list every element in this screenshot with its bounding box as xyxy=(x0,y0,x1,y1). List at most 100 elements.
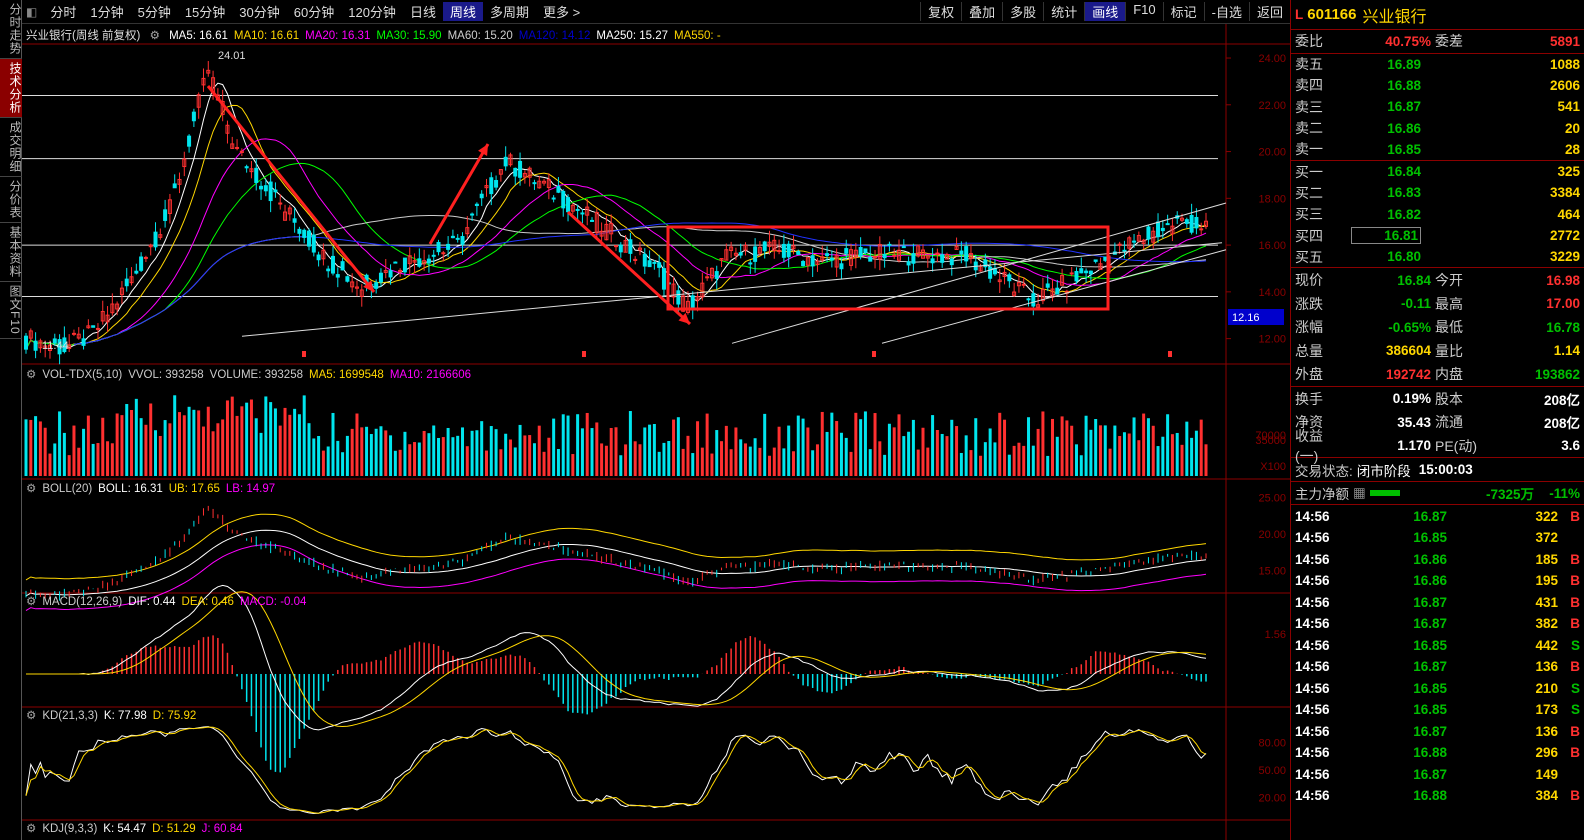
candle-body xyxy=(503,156,508,167)
volume-bar xyxy=(1127,433,1131,476)
tool-button-1[interactable]: 叠加 xyxy=(961,2,1002,21)
volume-bar xyxy=(753,438,757,476)
level-price: 16.80 xyxy=(1387,249,1421,265)
volume-bar xyxy=(614,427,618,476)
tool-button-2[interactable]: 多股 xyxy=(1002,2,1043,21)
candle-body xyxy=(244,166,249,169)
indicator-value: MA20: 16.31 xyxy=(305,30,371,42)
candle-body xyxy=(796,251,801,256)
settings-icon[interactable]: ⚙ xyxy=(26,369,36,381)
left-tab-strip: 分时走势 技术分析 成交明细 分价表 基本资料 图文F10 xyxy=(0,0,22,840)
period-tab-2[interactable]: 5分钟 xyxy=(131,2,178,21)
left-tab-5[interactable]: 图文F10 xyxy=(0,282,22,339)
candle-body xyxy=(1160,227,1165,232)
volume-bar xyxy=(1151,425,1155,476)
volume-bar xyxy=(561,414,565,476)
volume-bar xyxy=(91,443,95,476)
order-book-row[interactable]: 买二 16.83 3384 xyxy=(1291,182,1584,203)
candle-body xyxy=(139,256,144,271)
period-tab-1[interactable]: 1分钟 xyxy=(83,2,130,21)
volume-bar xyxy=(1194,430,1198,476)
order-book-row[interactable]: 卖一 16.85 28 xyxy=(1291,139,1584,160)
left-tab-0[interactable]: 分时走势 xyxy=(0,0,22,59)
volume-bar xyxy=(739,439,743,476)
volume-bar xyxy=(82,428,86,476)
period-tab-7[interactable]: 日线 xyxy=(403,2,443,21)
volume-bar xyxy=(710,453,714,476)
tool-button-7[interactable]: -自选 xyxy=(1203,2,1249,21)
settings-icon[interactable]: ⚙ xyxy=(26,710,36,722)
tick-price: 16.88 xyxy=(1413,745,1447,761)
volume-bar xyxy=(648,424,652,476)
order-book-row[interactable]: 买四 16.81 2772 xyxy=(1291,225,1584,246)
tool-button-6[interactable]: 标记 xyxy=(1162,2,1204,21)
volume-bar xyxy=(830,412,834,476)
volume-bar xyxy=(777,426,781,476)
grid-icon[interactable]: ▦ xyxy=(1353,485,1366,501)
tool-button-4[interactable]: 画线 xyxy=(1084,2,1126,21)
order-book-row[interactable]: 卖三 16.87 541 xyxy=(1291,96,1584,117)
period-tab-0[interactable]: 分时 xyxy=(43,2,83,21)
weicha-value: 5891 xyxy=(1549,33,1580,49)
tool-button-3[interactable]: 统计 xyxy=(1043,2,1084,21)
order-book-row[interactable]: 买五 16.80 3229 xyxy=(1291,246,1584,267)
candle-body xyxy=(330,255,335,274)
volume-bar xyxy=(619,455,623,476)
volume-bar xyxy=(197,410,201,476)
volume-bar xyxy=(1199,419,1203,476)
period-tab-4[interactable]: 30分钟 xyxy=(232,2,286,21)
left-tab-4[interactable]: 基本资料 xyxy=(0,223,22,282)
tool-button-5[interactable]: F10 xyxy=(1125,2,1162,21)
tick-row: 14:56 16.86 185 B xyxy=(1291,548,1584,570)
volume-bar xyxy=(806,427,810,476)
volume-bar xyxy=(249,399,253,476)
volume-bar xyxy=(1166,414,1170,476)
stat-value: 17.00 xyxy=(1546,296,1580,312)
tick-side: B xyxy=(1570,745,1580,761)
period-tab-3[interactable]: 15分钟 xyxy=(178,2,232,21)
volume-bar xyxy=(1180,444,1184,476)
left-tab-2[interactable]: 成交明细 xyxy=(0,118,22,177)
tick-price: 16.87 xyxy=(1413,508,1447,524)
volume-bar xyxy=(398,449,402,476)
candle-body xyxy=(124,278,129,287)
tick-time: 14:56 xyxy=(1295,788,1330,804)
tick-volume: 296 xyxy=(1535,745,1558,761)
volume-bar xyxy=(1185,421,1189,476)
period-tab-10[interactable]: 更多 > xyxy=(536,2,587,21)
collapse-icon[interactable]: ◧ xyxy=(26,5,37,19)
candle-body xyxy=(340,261,345,271)
volume-bar xyxy=(1142,413,1146,476)
settings-icon[interactable]: ⚙ xyxy=(150,30,160,42)
order-book-row[interactable]: 买一 16.84 325 xyxy=(1291,161,1584,182)
order-book-row[interactable]: 卖二 16.86 20 xyxy=(1291,117,1584,138)
tool-button-8[interactable]: 返回 xyxy=(1248,2,1290,21)
settings-icon[interactable]: ⚙ xyxy=(26,483,36,495)
settings-icon[interactable]: ⚙ xyxy=(26,596,36,608)
kline-chart-canvas[interactable]: 24.00 22.00 20.00 18.00 16.00 14.00 12.00 24.01… xyxy=(22,24,1290,840)
order-book-row[interactable]: 买三 16.82 464 xyxy=(1291,204,1584,225)
candle-body xyxy=(335,274,340,278)
tool-button-0[interactable]: 复权 xyxy=(920,2,961,21)
buy-book: 买一 16.84 325 买二 16.83 3384 买三 16.82 464 买四 16.81 27… xyxy=(1291,161,1584,269)
volume-bar xyxy=(600,443,604,476)
order-book-row[interactable]: 卖五 16.89 1088 xyxy=(1291,54,1584,75)
period-tab-9[interactable]: 多周期 xyxy=(483,2,536,21)
period-tab-8[interactable]: 周线 xyxy=(442,2,483,21)
indicator-value: VOLUME: 393258 xyxy=(209,369,303,381)
period-tab-5[interactable]: 60分钟 xyxy=(287,2,341,21)
period-tab-6[interactable]: 120分钟 xyxy=(341,2,403,21)
level-label: 买三 xyxy=(1295,206,1323,223)
chart-area[interactable]: 24.00 22.00 20.00 18.00 16.00 14.00 12.00 24.01… xyxy=(22,24,1290,840)
settings-icon[interactable]: ⚙ xyxy=(26,823,36,835)
vol-indicators: VOL-TDX(5,10) VVOL: 393258 VOLUME: 393258 M… xyxy=(42,369,477,381)
volume-bar xyxy=(29,419,33,476)
order-book-row[interactable]: 卖四 16.88 2606 xyxy=(1291,75,1584,96)
tick-volume: 195 xyxy=(1535,573,1558,589)
indicator-value: D: 51.29 xyxy=(152,823,196,835)
left-tab-3[interactable]: 分价表 xyxy=(0,177,22,223)
volume-bar xyxy=(408,444,412,476)
volume-bar xyxy=(883,454,887,476)
left-tab-1[interactable]: 技术分析 xyxy=(0,59,22,118)
tick-list[interactable]: 14:56 16.87 322 B 14:56 16.85 372 14:56 16.86 185… xyxy=(1291,505,1584,806)
